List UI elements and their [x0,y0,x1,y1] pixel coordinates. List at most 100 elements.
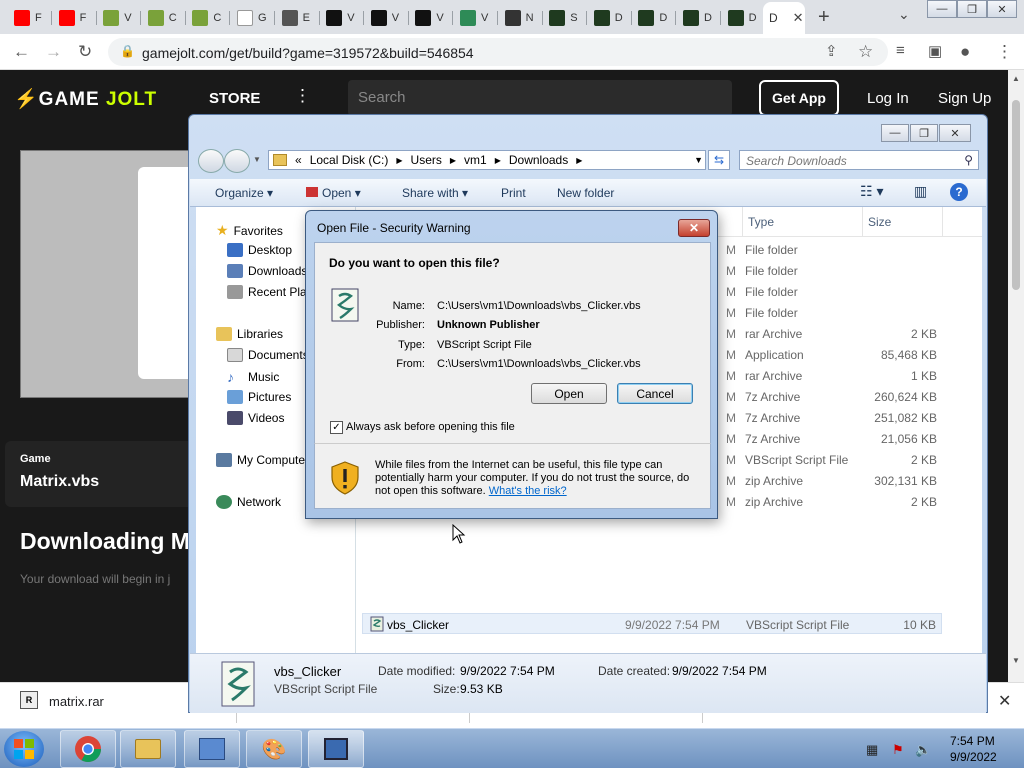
share-icon[interactable]: ⇪ [825,42,838,60]
download-filename[interactable]: matrix.rar [49,694,104,709]
column-divider[interactable] [942,207,943,237]
menu-icon[interactable]: ⋮ [996,42,1013,62]
tray-date[interactable]: 9/9/2022 [950,750,997,764]
tab-3[interactable]: C [142,5,186,30]
tray-time[interactable]: 7:54 PM [950,734,995,748]
tab-4[interactable]: C [186,5,231,30]
chevron-right-icon[interactable]: ▶ [495,156,501,165]
taskbar-control-panel[interactable] [184,730,240,768]
reload-icon[interactable]: ↻ [78,42,92,62]
tab-2[interactable]: V [97,5,142,30]
cancel-button[interactable]: Cancel [617,383,693,404]
explorer-address-bar[interactable]: « Local Disk (C:) ▶ Users ▶ vm1 ▶ Downlo… [268,150,706,170]
nav-videos[interactable]: Videos [227,411,284,425]
page-scrollbar[interactable]: ▲ ▼ [1008,70,1024,682]
recent-dropdown-icon[interactable]: ▼ [253,155,261,164]
tab-7[interactable]: V [320,5,365,30]
chevron-right-icon[interactable]: ▶ [450,156,456,165]
organize-button[interactable]: Organize ▾ [215,186,273,200]
taskbar-paint[interactable]: 🎨 [246,730,302,768]
dialog-close-icon[interactable]: ✕ [678,219,710,237]
nav-recent-places[interactable]: Recent Plac [227,285,313,299]
address-downloads[interactable]: Downloads [509,153,568,167]
start-button[interactable] [4,731,44,767]
tab-6[interactable]: E [276,5,320,30]
media-icon[interactable]: ≡ [896,42,905,59]
close-icon[interactable]: ✕ [939,124,971,142]
maximize-icon[interactable]: ❐ [910,124,938,142]
back-icon[interactable]: ← [13,42,30,62]
nav-documents[interactable]: Documents [227,348,309,362]
open-button[interactable]: Open ▾ [306,186,361,200]
nav-libraries[interactable]: Libraries [216,327,283,341]
tab-active[interactable]: D ✕ [763,2,805,34]
print-button[interactable]: Print [501,186,526,200]
taskbar-explorer[interactable] [120,730,176,768]
scroll-up-icon[interactable]: ▲ [1012,74,1020,83]
address-bar[interactable]: 🔒 gamejolt.com/get/build?game=319572&bui… [108,38,888,66]
whats-the-risk-link[interactable]: What's the risk? [489,485,567,497]
column-divider[interactable] [862,207,863,237]
chevron-right-icon[interactable]: ▶ [576,156,582,165]
lock-icon[interactable]: 🔒 [120,44,135,58]
site-search-input[interactable]: Search [348,80,732,116]
tab-13[interactable]: D [588,5,632,30]
tab-1[interactable]: F [53,5,97,30]
forward-icon[interactable]: → [45,42,62,62]
sidepanel-icon[interactable]: ▣ [928,42,942,60]
scroll-thumb[interactable] [1012,100,1020,290]
column-divider[interactable] [742,207,743,237]
tray-network-icon[interactable]: ▦ [866,742,878,758]
nav-desktop[interactable]: Desktop [227,243,292,257]
address-dropdown-icon[interactable]: ▼ [694,155,703,165]
close-icon[interactable]: ✕ [987,0,1017,18]
address-vm1[interactable]: vm1 [464,153,487,167]
nav-downloads[interactable]: Downloads [227,264,307,278]
taskbar-security-dialog[interactable] [308,730,364,768]
minimize-icon[interactable]: — [927,0,957,18]
tab-16[interactable]: D [722,5,766,30]
back-icon[interactable] [198,149,224,173]
nav-network[interactable]: Network [216,495,281,509]
preview-pane-icon[interactable]: ▥ [914,183,927,200]
tab-0[interactable]: F [8,5,52,30]
open-button[interactable]: Open [531,383,607,404]
bookmark-star-icon[interactable]: ☆ [858,42,873,62]
rar-file-icon[interactable]: R [20,691,38,709]
tray-flag-icon[interactable]: ⚑ [892,742,904,758]
tab-15[interactable]: D [677,5,721,30]
scroll-down-icon[interactable]: ▼ [1012,656,1020,665]
tab-8[interactable]: V [365,5,409,30]
tab-search-icon[interactable]: ⌄ [898,6,910,23]
column-size[interactable]: Size [868,215,891,229]
get-app-button[interactable]: Get App [759,80,839,116]
tab-10[interactable]: V [454,5,498,30]
help-icon[interactable]: ? [950,183,968,201]
file-row-selected[interactable]: vbs_Clicker 9/9/2022 7:54 PM VBScript Sc… [362,613,942,634]
tab-11[interactable]: N [499,5,543,30]
chevron-right-icon[interactable]: ▶ [396,156,402,165]
gamejolt-logo[interactable]: ⚡GAME JOLT [14,87,157,111]
always-ask-checkbox[interactable]: ✓ [330,421,343,434]
address-users[interactable]: Users [411,153,442,167]
maximize-icon[interactable]: ❐ [957,0,987,18]
new-tab-button[interactable]: + [818,6,830,29]
search-downloads-input[interactable]: Search Downloads ⚲ [739,150,979,170]
nav-pictures[interactable]: Pictures [227,390,291,404]
always-ask-label[interactable]: Always ask before opening this file [346,421,515,433]
signup-link[interactable]: Sign Up [938,90,991,107]
nav-favorites[interactable]: ★ Favorites [216,222,283,239]
game-name[interactable]: Matrix.vbs [20,473,99,491]
minimize-icon[interactable]: — [881,124,909,142]
column-type[interactable]: Type [748,215,774,229]
download-bar-close-icon[interactable]: ✕ [998,691,1011,711]
tray-volume-icon[interactable]: 🔈 [915,742,931,758]
tab-5[interactable]: G [231,5,275,30]
store-link[interactable]: STORE [209,90,260,107]
tab-14[interactable]: D [632,5,677,30]
login-link[interactable]: Log In [867,90,909,107]
tab-close-icon[interactable]: ✕ [793,10,804,26]
profile-icon[interactable]: ● [960,42,970,62]
share-with-button[interactable]: Share with ▾ [402,186,468,200]
tab-9[interactable]: V [409,5,454,30]
